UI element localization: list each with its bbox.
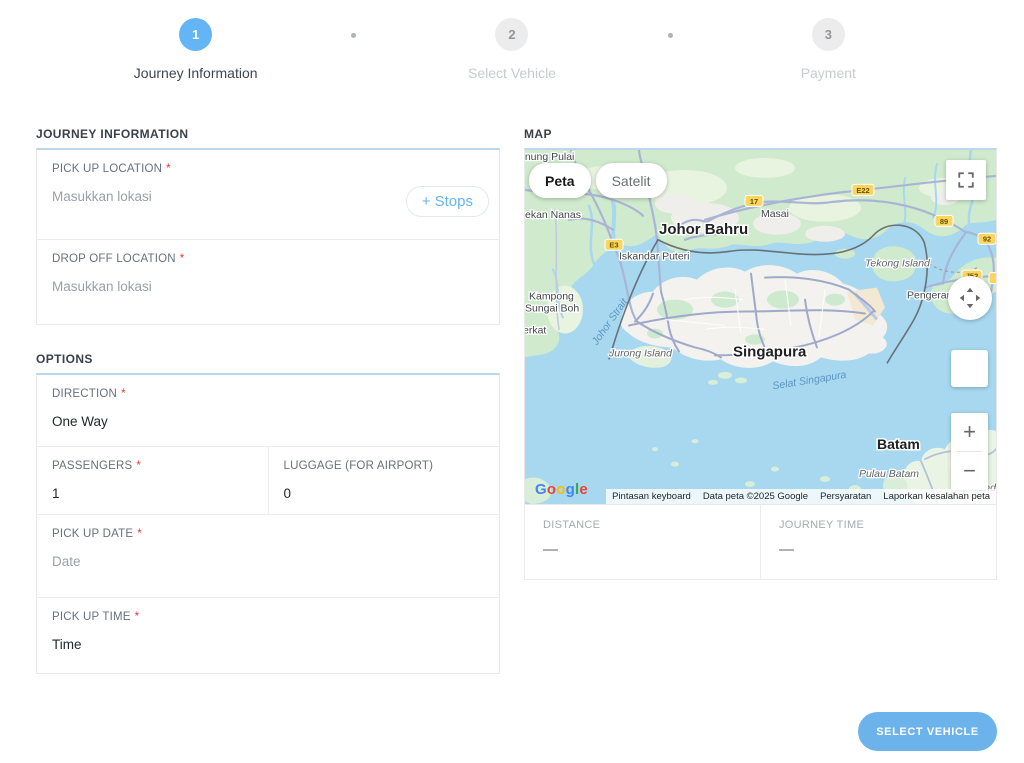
passengers-luggage-row: PASSENGERS* 1 LUGGAGE (FOR AIRPORT) 0 [37,447,499,515]
required-asterisk: * [136,460,141,472]
pickup-time-input[interactable]: Time [52,637,484,652]
booking-stepper: 1 Journey Information 2 Select Vehicle 3… [0,18,1024,81]
map-label-gunung-pulai: unung Pulai [525,152,574,163]
luggage-field[interactable]: LUGGAGE (FOR AIRPORT) 0 [269,447,500,514]
luggage-input[interactable]: 0 [284,486,485,501]
map-label-jurong-island: Jurong Island [608,348,673,359]
pickup-date-input[interactable]: Date [52,554,484,569]
pickup-location-field[interactable]: PICK UP LOCATION* Masukkan lokasi + Stop… [37,150,499,240]
pickup-time-field[interactable]: PICK UP TIME* Time [37,598,499,673]
pickup-date-field[interactable]: PICK UP DATE* Date [37,515,499,598]
svg-text:89: 89 [940,217,948,226]
svg-text:E3: E3 [609,241,618,250]
pickup-time-label: PICK UP TIME* [52,611,484,623]
options-heading: OPTIONS [36,352,500,366]
map-attribution-bar: Pintasan keyboard Data peta ©2025 Google… [606,489,996,504]
map-column: MAP [524,127,997,580]
map-label-pekan-nanas: Pekan Nanas [525,210,581,221]
stepper-step-journey-information[interactable]: 1 Journey Information [40,18,351,81]
svg-text:92: 92 [983,235,991,244]
map-canvas[interactable]: 17 E22 E3 89 92 J52 unung Pulai Pekan Na… [525,150,996,504]
journey-info-panel: PICK UP LOCATION* Masukkan lokasi + Stop… [36,148,500,325]
svg-text:E22: E22 [856,186,869,195]
step-label: Payment [801,65,856,81]
direction-select[interactable]: One Way [52,414,484,429]
step-number-badge: 3 [812,18,845,51]
map-label-johor-bahru: Johor Bahru [659,221,748,238]
map-label-kampong: Kampong [529,292,574,303]
pickup-location-label: PICK UP LOCATION* [52,163,484,175]
luggage-label: LUGGAGE (FOR AIRPORT) [284,460,485,472]
journey-information-heading: JOURNEY INFORMATION [36,127,500,141]
map-view-button[interactable]: Peta [529,163,591,198]
keyboard-shortcuts-link[interactable]: Pintasan keyboard [606,491,697,502]
journey-form-column: JOURNEY INFORMATION PICK UP LOCATION* Ma… [36,127,500,674]
distance-value: — [543,541,742,558]
dropoff-location-input[interactable]: Masukkan lokasi [52,279,484,294]
required-asterisk: * [180,253,185,265]
pickup-date-label: PICK UP DATE* [52,528,484,540]
passengers-input[interactable]: 1 [52,486,253,501]
zoom-control: + − [951,413,988,490]
required-asterisk: * [121,388,126,400]
report-error-link[interactable]: Laporkan kesalahan peta [877,491,996,502]
google-logo: Google [535,481,588,498]
passengers-label: PASSENGERS* [52,460,253,472]
journey-time-cell: JOURNEY TIME — [761,505,996,579]
dropoff-location-field[interactable]: DROP OFF LOCATION* Masukkan lokasi [37,240,499,324]
map-type-control: Peta Satelit [529,163,667,198]
required-asterisk: * [137,528,142,540]
map-label-batam: Batam [877,436,920,452]
select-vehicle-button[interactable]: SELECT VEHICLE [858,712,997,751]
fullscreen-icon [957,171,975,189]
pan-arrows-icon [957,285,983,311]
google-map[interactable]: 17 E22 E3 89 92 J52 unung Pulai Pekan Na… [524,148,997,505]
map-label-masai: Masai [761,209,789,220]
satellite-view-button[interactable]: Satelit [596,163,667,198]
step-number-badge: 2 [495,18,528,51]
zoom-in-button[interactable]: + [951,413,988,451]
map-label-sungai-boh: Sungai Boh [525,304,579,315]
map-data-text: Data peta ©2025 Google [697,491,814,502]
terms-link[interactable]: Persyaratan [814,491,877,502]
pan-control[interactable] [948,276,992,320]
passengers-field[interactable]: PASSENGERS* 1 [37,447,269,514]
step-label: Journey Information [134,65,258,81]
stepper-step-payment[interactable]: 3 Payment [673,18,984,81]
direction-field[interactable]: DIRECTION* One Way [37,375,499,447]
step-label: Select Vehicle [468,65,556,81]
stepper-step-select-vehicle[interactable]: 2 Select Vehicle [356,18,667,81]
distance-cell: DISTANCE — [525,505,761,579]
required-asterisk: * [135,611,140,623]
journey-time-value: — [779,541,978,558]
add-stops-button[interactable]: + Stops [406,186,489,217]
svg-text:17: 17 [750,197,758,206]
map-label-singapura: Singapura [733,343,807,360]
map-label-erkat: erkat [525,325,546,336]
map-ubin-island [835,249,855,259]
fullscreen-button[interactable] [946,160,986,200]
required-asterisk: * [166,163,171,175]
map-label-iskandar-puteri: Iskandar Puteri [619,252,690,263]
zoom-out-button[interactable]: − [951,452,988,490]
journey-summary-row: DISTANCE — JOURNEY TIME — [524,505,997,580]
map-heading: MAP [524,127,997,141]
options-panel: DIRECTION* One Way PASSENGERS* 1 LUGGAGE… [36,373,500,674]
dropoff-location-label: DROP OFF LOCATION* [52,253,484,265]
map-label-tekong-island: Tekong Island [865,259,931,270]
step-number-badge: 1 [179,18,212,51]
street-view-pegman-box[interactable] [951,350,988,387]
map-label-pulau-batam: Pulau Batam [859,469,919,480]
distance-label: DISTANCE [543,519,742,531]
journey-time-label: JOURNEY TIME [779,519,978,531]
direction-label: DIRECTION* [52,388,484,400]
